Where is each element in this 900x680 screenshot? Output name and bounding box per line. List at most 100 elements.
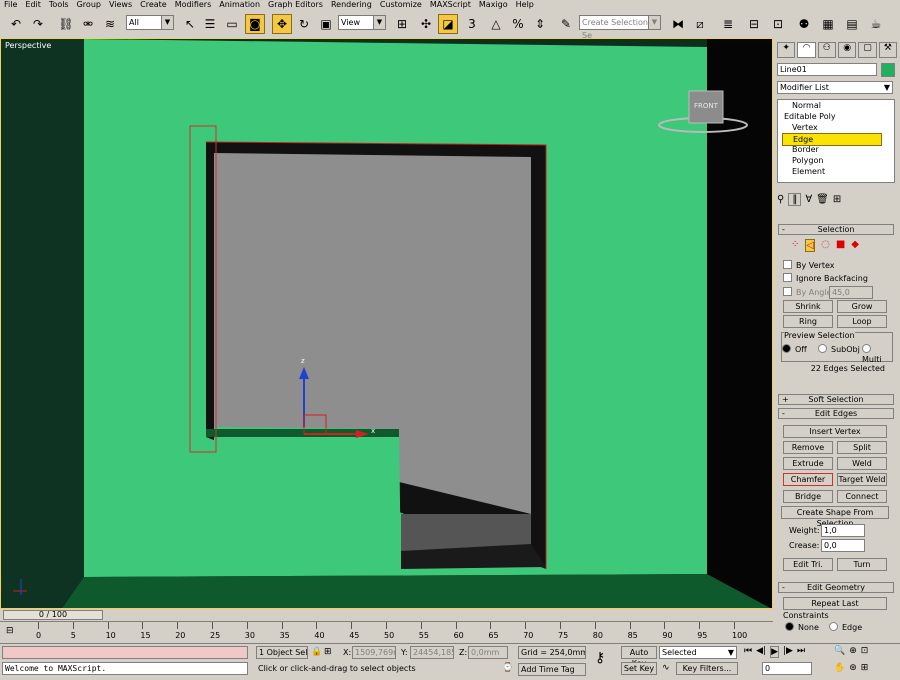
modifier-stack[interactable]: Normal Editable Poly Vertex Edge Border Polyg… xyxy=(777,99,895,183)
weld-button[interactable]: Weld xyxy=(837,457,887,470)
auto-key-button[interactable]: Auto Key xyxy=(621,646,657,668)
menu-maxigo[interactable]: Maxigo xyxy=(475,0,512,10)
go-to-end-icon[interactable]: ⏭ xyxy=(797,646,805,658)
border-level-icon[interactable]: ◌ xyxy=(821,239,830,252)
weight-spinner[interactable]: 1,0 xyxy=(821,524,865,537)
menu-help[interactable]: Help xyxy=(512,0,538,10)
select-and-scale-icon[interactable]: ▣ xyxy=(316,14,336,34)
bind-space-warp-icon[interactable]: ≋ xyxy=(100,14,120,34)
window-crossing-icon[interactable]: ◙ xyxy=(245,14,265,34)
zoom-icon[interactable]: 🔍 xyxy=(834,646,845,656)
display-tab-icon[interactable]: ▢ xyxy=(858,42,877,58)
object-name-field[interactable]: Line01 xyxy=(777,63,877,76)
menu-group[interactable]: Group xyxy=(73,0,105,10)
vertex-level-icon[interactable]: ⁘ xyxy=(791,239,799,252)
split-button[interactable]: Split xyxy=(837,441,887,454)
curve-editor-icon[interactable]: ⊟ xyxy=(744,14,764,34)
set-key-button[interactable]: Set Key xyxy=(621,662,657,675)
create-tab-icon[interactable]: ✦ xyxy=(777,42,796,58)
maximize-viewport-icon[interactable]: ⊞ xyxy=(861,663,869,673)
menu-maxscript[interactable]: MAXScript xyxy=(426,0,475,10)
track-bar[interactable]: ⊟ 0 5 10 15 20 25 30 35 40 45 50 55 60 65 70 75 80 85 90 95… xyxy=(0,621,773,644)
stack-item-vertex[interactable]: Vertex xyxy=(792,122,818,133)
y-coordinate-field[interactable]: 24454,185 xyxy=(410,646,454,659)
stack-item-normal[interactable]: Normal xyxy=(792,100,821,111)
go-to-start-icon[interactable]: ⏮ xyxy=(744,646,752,658)
manipulate-icon[interactable]: ✣ xyxy=(416,14,436,34)
z-coordinate-field[interactable]: 0,0mm xyxy=(468,646,508,659)
time-slider-thumb[interactable]: 0 / 100 xyxy=(3,610,103,620)
pan-icon[interactable]: ✋ xyxy=(834,663,845,673)
play-icon[interactable]: ▶ xyxy=(770,646,779,658)
redo-icon[interactable]: ↷ xyxy=(28,14,48,34)
loop-button[interactable]: Loop xyxy=(837,315,887,328)
orbit-icon[interactable]: ⊛ xyxy=(849,663,857,673)
element-level-icon[interactable]: ◆ xyxy=(851,239,859,252)
perspective-viewport[interactable]: Perspective FRONT z x xyxy=(0,38,773,609)
menu-views[interactable]: Views xyxy=(105,0,136,10)
stack-item-element[interactable]: Element xyxy=(792,166,825,177)
angle-spinner[interactable]: 45,0 xyxy=(829,286,873,299)
rendered-frame-icon[interactable]: ▤ xyxy=(842,14,862,34)
menu-tools[interactable]: Tools xyxy=(45,0,73,10)
render-setup-icon[interactable]: ▦ xyxy=(818,14,838,34)
preview-subobj-radio[interactable]: SubObj xyxy=(818,344,860,355)
angle-snap-icon[interactable]: △ xyxy=(486,14,506,34)
by-vertex-checkbox[interactable]: By Vertex xyxy=(783,260,834,271)
menu-rendering[interactable]: Rendering xyxy=(327,0,376,10)
connect-button[interactable]: Connect xyxy=(837,490,887,503)
percent-snap-icon[interactable]: % xyxy=(508,14,528,34)
stack-item-border[interactable]: Border xyxy=(792,144,819,155)
undo-icon[interactable]: ↶ xyxy=(6,14,26,34)
turn-button[interactable]: Turn xyxy=(837,558,887,571)
mirror-icon[interactable]: ⧓ xyxy=(668,14,688,34)
crease-spinner[interactable]: 0,0 xyxy=(821,539,865,552)
modifier-list-dropdown[interactable]: Modifier List ▼ xyxy=(777,81,893,94)
remove-modifier-icon[interactable]: 🗑 xyxy=(816,194,829,205)
quick-render-icon[interactable]: ☕ xyxy=(866,14,886,34)
selection-rollout-header[interactable]: - Selection xyxy=(778,224,894,235)
show-end-result-icon[interactable]: ‖ xyxy=(788,192,802,206)
keyboard-shortcut-override-icon[interactable]: ◪ xyxy=(438,14,458,34)
constraint-edge-radio[interactable]: Edge xyxy=(829,622,862,633)
target-weld-button[interactable]: Target Weld xyxy=(837,473,887,486)
by-angle-checkbox[interactable]: By Angle: xyxy=(783,287,834,298)
zoom-extents-icon[interactable]: ⊡ xyxy=(861,646,869,656)
insert-vertex-button[interactable]: Insert Vertex xyxy=(783,425,887,438)
next-frame-icon[interactable]: |▶ xyxy=(783,646,793,658)
motion-tab-icon[interactable]: ◉ xyxy=(837,42,857,58)
reference-coordinate-dropdown[interactable]: View ▼ xyxy=(338,15,386,30)
select-and-rotate-icon[interactable]: ↻ xyxy=(294,14,314,34)
selection-filter-dropdown[interactable]: All ▼ xyxy=(126,15,174,30)
schematic-view-icon[interactable]: ⊡ xyxy=(768,14,788,34)
stack-item-editable-poly[interactable]: Editable Poly xyxy=(784,111,836,122)
spinner-snap-icon[interactable]: ⇕ xyxy=(530,14,550,34)
pivot-center-icon[interactable]: ⊞ xyxy=(392,14,412,34)
absolute-mode-icon[interactable]: ⊞ xyxy=(324,647,332,657)
repeat-last-button[interactable]: Repeat Last xyxy=(783,597,887,610)
preview-multi-radio[interactable]: Multi xyxy=(862,344,892,365)
maxscript-mini-listener-top[interactable] xyxy=(2,646,248,659)
menu-modifiers[interactable]: Modifiers xyxy=(171,0,216,10)
select-by-name-icon[interactable]: ☰ xyxy=(200,14,220,34)
default-in-out-tangent-icon[interactable]: ∿ xyxy=(662,663,670,673)
mini-curve-editor-icon[interactable]: ⊟ xyxy=(6,626,14,636)
current-frame-field[interactable]: 0 xyxy=(762,662,812,675)
create-shape-button[interactable]: Create Shape From Selection xyxy=(781,506,889,528)
ignore-backfacing-checkbox[interactable]: Ignore Backfacing xyxy=(783,273,868,284)
menu-customize[interactable]: Customize xyxy=(376,0,426,10)
link-icon[interactable]: ⛓ xyxy=(56,14,76,34)
hierarchy-tab-icon[interactable]: ⚇ xyxy=(817,42,836,58)
unlink-icon[interactable]: ⚮ xyxy=(78,14,98,34)
ring-button[interactable]: Ring xyxy=(783,315,833,328)
constraint-none-radio[interactable]: None xyxy=(785,622,819,633)
select-and-move-icon[interactable]: ✥ xyxy=(272,14,292,34)
zoom-all-icon[interactable]: ⊕ xyxy=(849,646,857,656)
pin-stack-icon[interactable]: ⚲ xyxy=(777,194,784,205)
align-icon[interactable]: ⧄ xyxy=(690,14,710,34)
layer-manager-icon[interactable]: ≣ xyxy=(718,14,738,34)
menu-edit[interactable]: Edit xyxy=(21,0,45,10)
material-editor-icon[interactable]: ⚉ xyxy=(794,14,814,34)
key-filters-button[interactable]: Key Filters... xyxy=(676,662,738,675)
maxscript-mini-listener[interactable]: Welcome to MAXScript. xyxy=(2,662,248,675)
